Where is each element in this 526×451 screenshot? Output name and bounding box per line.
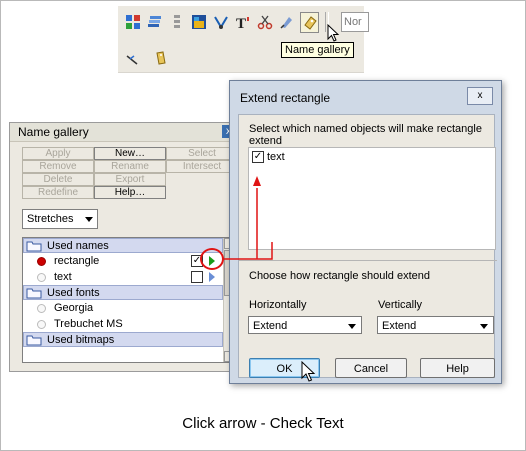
horizontally-label: Horizontally bbox=[249, 299, 307, 311]
redefine-button[interactable]: Redefine bbox=[22, 186, 94, 199]
delete-button[interactable]: Delete bbox=[22, 173, 94, 186]
section-label: Used fonts bbox=[47, 286, 100, 299]
chevron-down-icon bbox=[480, 324, 488, 329]
toolbar-row-2 bbox=[124, 48, 170, 68]
mouse-pointer-icon bbox=[327, 24, 340, 42]
unselected-marker-icon bbox=[37, 272, 46, 282]
list-item-georgia[interactable]: Georgia bbox=[23, 300, 235, 316]
item-label: Georgia bbox=[54, 302, 94, 314]
named-objects-prompt: Select which named objects will make rec… bbox=[249, 123, 482, 147]
section-used-names[interactable]: Used names bbox=[23, 238, 223, 253]
layers-icon[interactable] bbox=[146, 12, 164, 32]
item-label: text bbox=[54, 271, 72, 283]
export-button[interactable]: Export bbox=[94, 173, 166, 186]
help-button-dialog[interactable]: Help bbox=[420, 358, 495, 378]
empty-grid-cell bbox=[166, 173, 238, 186]
scissors-icon[interactable] bbox=[256, 12, 274, 32]
text-checkbox[interactable] bbox=[191, 271, 203, 283]
chevron-down-icon bbox=[85, 217, 93, 222]
folder-icon bbox=[26, 241, 42, 251]
divider bbox=[239, 260, 497, 261]
named-objects-list bbox=[248, 147, 496, 250]
item-label: text bbox=[267, 151, 285, 163]
intersect-button[interactable]: Intersect bbox=[166, 160, 238, 173]
section-used-bitmaps[interactable]: Used bitmaps bbox=[23, 332, 223, 347]
play-arrow-icon[interactable] bbox=[209, 272, 215, 282]
name-gallery-panel: Name gallery x Apply New… Select Remove … bbox=[9, 122, 239, 372]
horizontal-select[interactable]: Extend bbox=[248, 316, 362, 334]
text-object-checkbox[interactable]: ✓ bbox=[252, 151, 264, 163]
shadow-icon[interactable] bbox=[278, 12, 296, 32]
stretches-dropdown-value: Stretches bbox=[27, 213, 74, 225]
svg-text:T: T bbox=[236, 16, 246, 30]
vertical-select[interactable]: Extend bbox=[377, 316, 494, 334]
item-label: Trebuchet MS bbox=[54, 318, 123, 330]
fill-icon[interactable] bbox=[190, 12, 208, 32]
remove-button[interactable]: Remove bbox=[22, 160, 94, 173]
name-gallery-icon[interactable] bbox=[300, 12, 319, 33]
stretches-dropdown[interactable]: Stretches bbox=[22, 209, 98, 229]
vertically-label: Vertically bbox=[378, 299, 423, 311]
dialog-close-button[interactable]: x bbox=[467, 87, 493, 105]
group-icon[interactable] bbox=[124, 12, 142, 32]
gallery-button-grid: Apply New… Select Remove Rename Intersec… bbox=[22, 147, 238, 199]
caption: Click arrow - Check Text bbox=[182, 415, 344, 432]
highlight-circle bbox=[200, 248, 224, 270]
gallery-title: Name gallery bbox=[10, 123, 238, 142]
unselected-marker-icon bbox=[37, 303, 46, 313]
cancel-button[interactable]: Cancel bbox=[335, 358, 407, 378]
style-combo[interactable]: Nor bbox=[341, 12, 369, 32]
text-icon[interactable]: T bbox=[234, 12, 252, 32]
rename-button[interactable]: Rename bbox=[94, 160, 166, 173]
apply-button[interactable]: Apply bbox=[22, 147, 94, 160]
tag-icon[interactable] bbox=[152, 48, 170, 68]
horizontal-select-value: Extend bbox=[253, 320, 288, 332]
name-gallery-tooltip: Name gallery bbox=[281, 42, 354, 58]
connector-icon[interactable] bbox=[124, 48, 142, 68]
section-label: Used bitmaps bbox=[47, 333, 115, 346]
mouse-pointer-icon bbox=[301, 361, 316, 382]
chevron-down-icon bbox=[348, 324, 356, 329]
align-icon[interactable] bbox=[168, 12, 186, 32]
section-used-fonts[interactable]: Used fonts bbox=[23, 285, 223, 300]
unselected-marker-icon bbox=[37, 319, 46, 329]
folder-icon bbox=[26, 288, 42, 298]
select-button[interactable]: Select bbox=[166, 147, 238, 160]
dialog-title: Extend rectangle bbox=[240, 91, 331, 105]
list-item-trebuchet[interactable]: Trebuchet MS bbox=[23, 316, 235, 332]
new-button[interactable]: New… bbox=[94, 147, 166, 160]
help-button[interactable]: Help… bbox=[94, 186, 166, 199]
named-object-item-text[interactable]: ✓ text bbox=[252, 151, 285, 163]
section-label: Used names bbox=[47, 239, 109, 252]
folder-icon bbox=[26, 335, 42, 345]
selected-marker-icon bbox=[37, 256, 46, 266]
extend-method-prompt: Choose how rectangle should extend bbox=[249, 270, 431, 282]
list-item-text[interactable]: text bbox=[23, 269, 235, 285]
vertical-select-value: Extend bbox=[382, 320, 417, 332]
item-label: rectangle bbox=[54, 255, 100, 267]
bevel-icon[interactable] bbox=[212, 12, 230, 32]
